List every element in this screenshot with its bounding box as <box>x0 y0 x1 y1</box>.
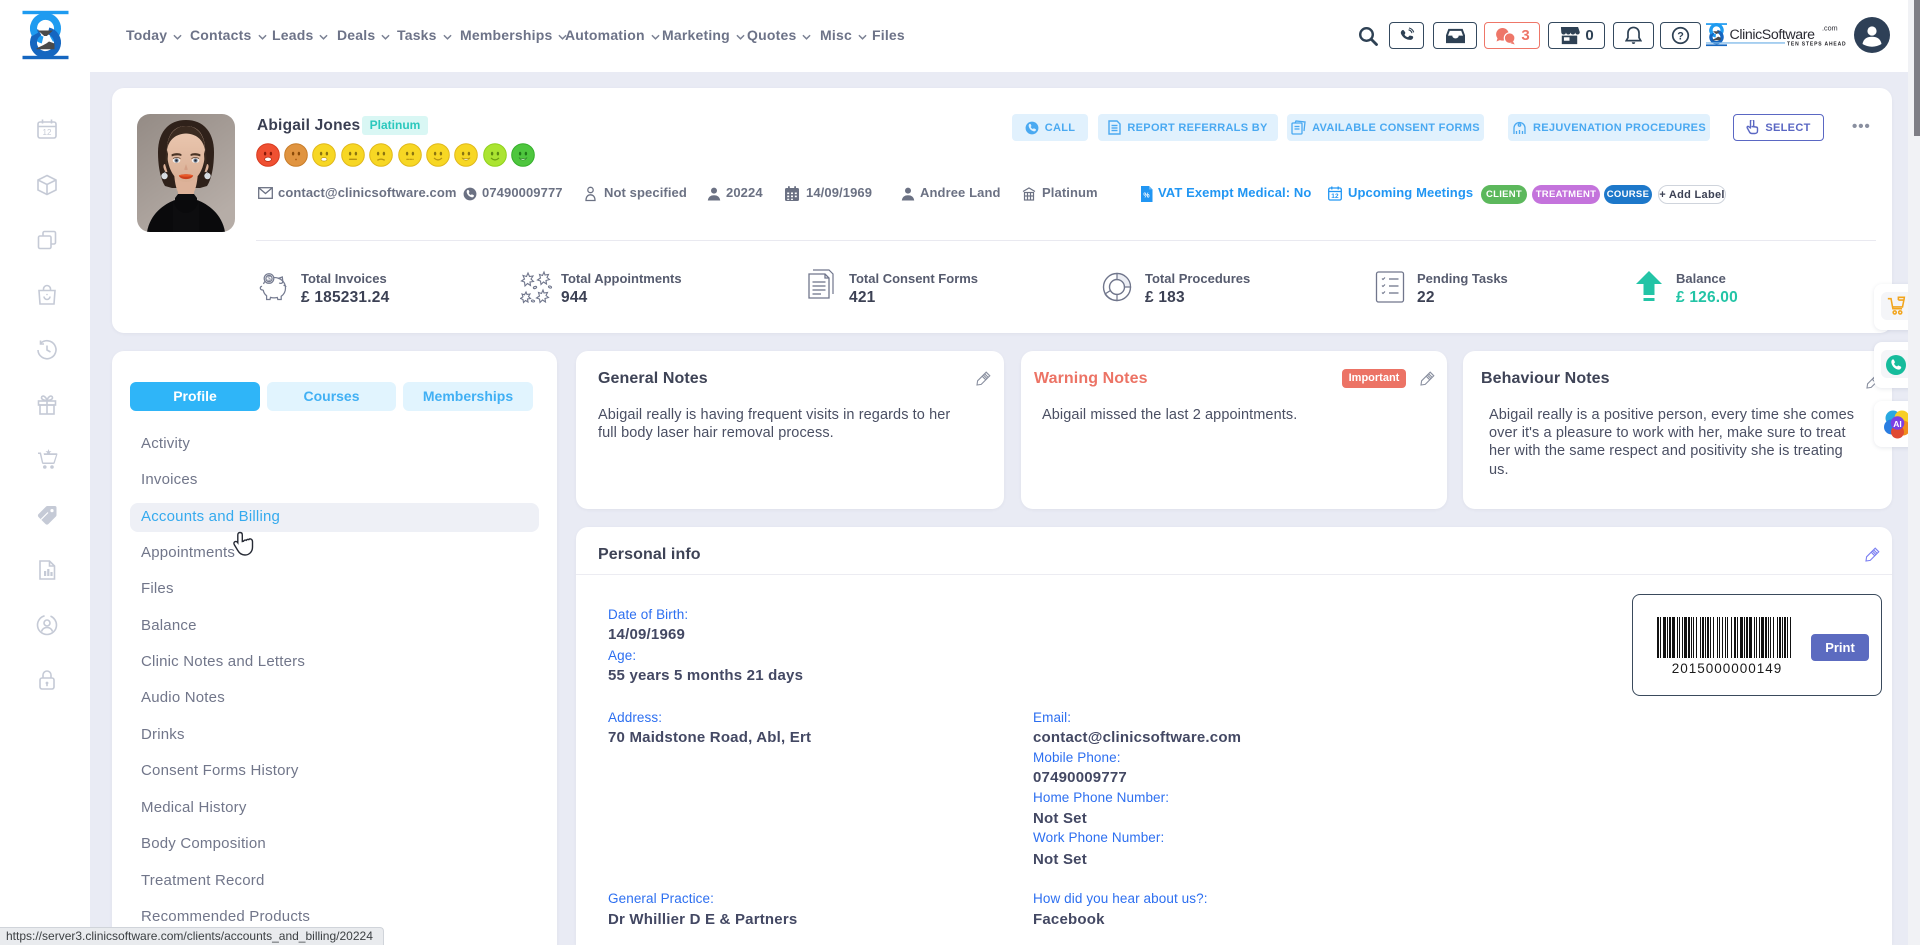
svg-text:12: 12 <box>1331 193 1339 200</box>
svg-text:%: % <box>1143 193 1150 200</box>
svg-text:TEN STEPS AHEAD: TEN STEPS AHEAD <box>1787 41 1846 47</box>
svg-text:AI: AI <box>1893 419 1902 429</box>
svg-text:12: 12 <box>43 128 52 137</box>
svg-text:.com: .com <box>1822 24 1838 33</box>
svg-text:?: ? <box>1677 30 1684 42</box>
